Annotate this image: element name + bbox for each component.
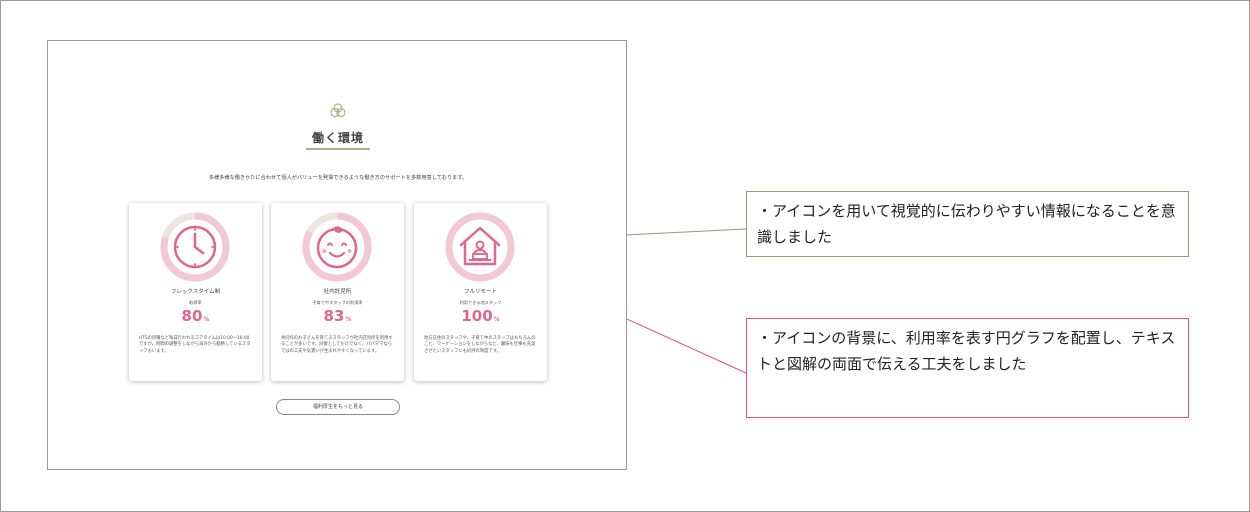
- annotation-icon-note: ・アイコンを用いて視覚的に伝わりやすい情報になることを意識しました: [746, 191, 1189, 257]
- card-description: 共同作のお子さんを育てるスタッフが社内託児所を利用することが多いです。同僚として…: [281, 336, 393, 354]
- website-mockup: 働く環境 多様多様な働きかたに合わせて個人がバリューを発揮できるような働き方のサ…: [47, 40, 627, 470]
- card-name: フルリモート: [463, 289, 497, 295]
- clock-icon: [160, 212, 230, 282]
- card-subtitle: 子育て中スタッフの利用率: [312, 300, 363, 305]
- card-subtitle: 利用できる地スタッフ: [459, 300, 502, 305]
- card-value-number: 83: [323, 307, 345, 325]
- title-underline: [306, 148, 370, 150]
- home-office-icon: [445, 212, 515, 282]
- card-value-unit: %: [493, 316, 500, 323]
- card-value: 80%: [129, 307, 262, 325]
- card-value-number: 100: [461, 307, 493, 325]
- section-title: 働く環境: [311, 131, 364, 145]
- card-name: フレックスタイム制: [170, 289, 221, 295]
- card-value-unit: %: [345, 316, 352, 323]
- benefit-card-remote[interactable]: フルリモート 利用できる地スタッフ 100% 地方在住のスタッフや、子育て中のス…: [414, 203, 547, 381]
- card-value-number: 80: [181, 307, 203, 325]
- card-description: 地方在住のスタッフや、子育て中のスタッフはもちろんのこと、ワーケーションをしなが…: [424, 336, 536, 354]
- card-value-unit: %: [203, 316, 210, 323]
- more-benefits-button[interactable]: 福利厚生をもっと見る: [276, 399, 400, 415]
- canvas-frame: 働く環境 多様多様な働きかたに合わせて個人がバリューを発揮できるような働き方のサ…: [0, 0, 1250, 512]
- card-value: 83%: [271, 307, 404, 325]
- benefit-card-flextime[interactable]: フレックスタイム制 取得率 80% HTSの目曜など毎日行われるコアタイムは10…: [129, 203, 262, 381]
- logo-icon: [330, 103, 346, 118]
- benefit-card-daycare[interactable]: 社内託児所 子育て中スタッフの利用率 83% 共同作のお子さんを育てるスタッフが…: [271, 203, 404, 381]
- annotation-chart-note: ・アイコンの背景に、利用率を表す円グラフを配置し、テキストと図解の両面で伝える工…: [746, 318, 1189, 418]
- card-subtitle: 取得率: [189, 300, 202, 305]
- card-value: 100%: [414, 307, 547, 325]
- card-name: 社内託児所: [323, 289, 352, 295]
- card-description: HTSの目曜など毎日行われるコアタイムは10:00〜16:00ですが、時間の調整…: [139, 336, 251, 354]
- section-lead: 多様多様な働きかたに合わせて個人がバリューを発揮できるような働き方のサポートを多…: [208, 175, 468, 181]
- baby-face-icon: [302, 212, 372, 282]
